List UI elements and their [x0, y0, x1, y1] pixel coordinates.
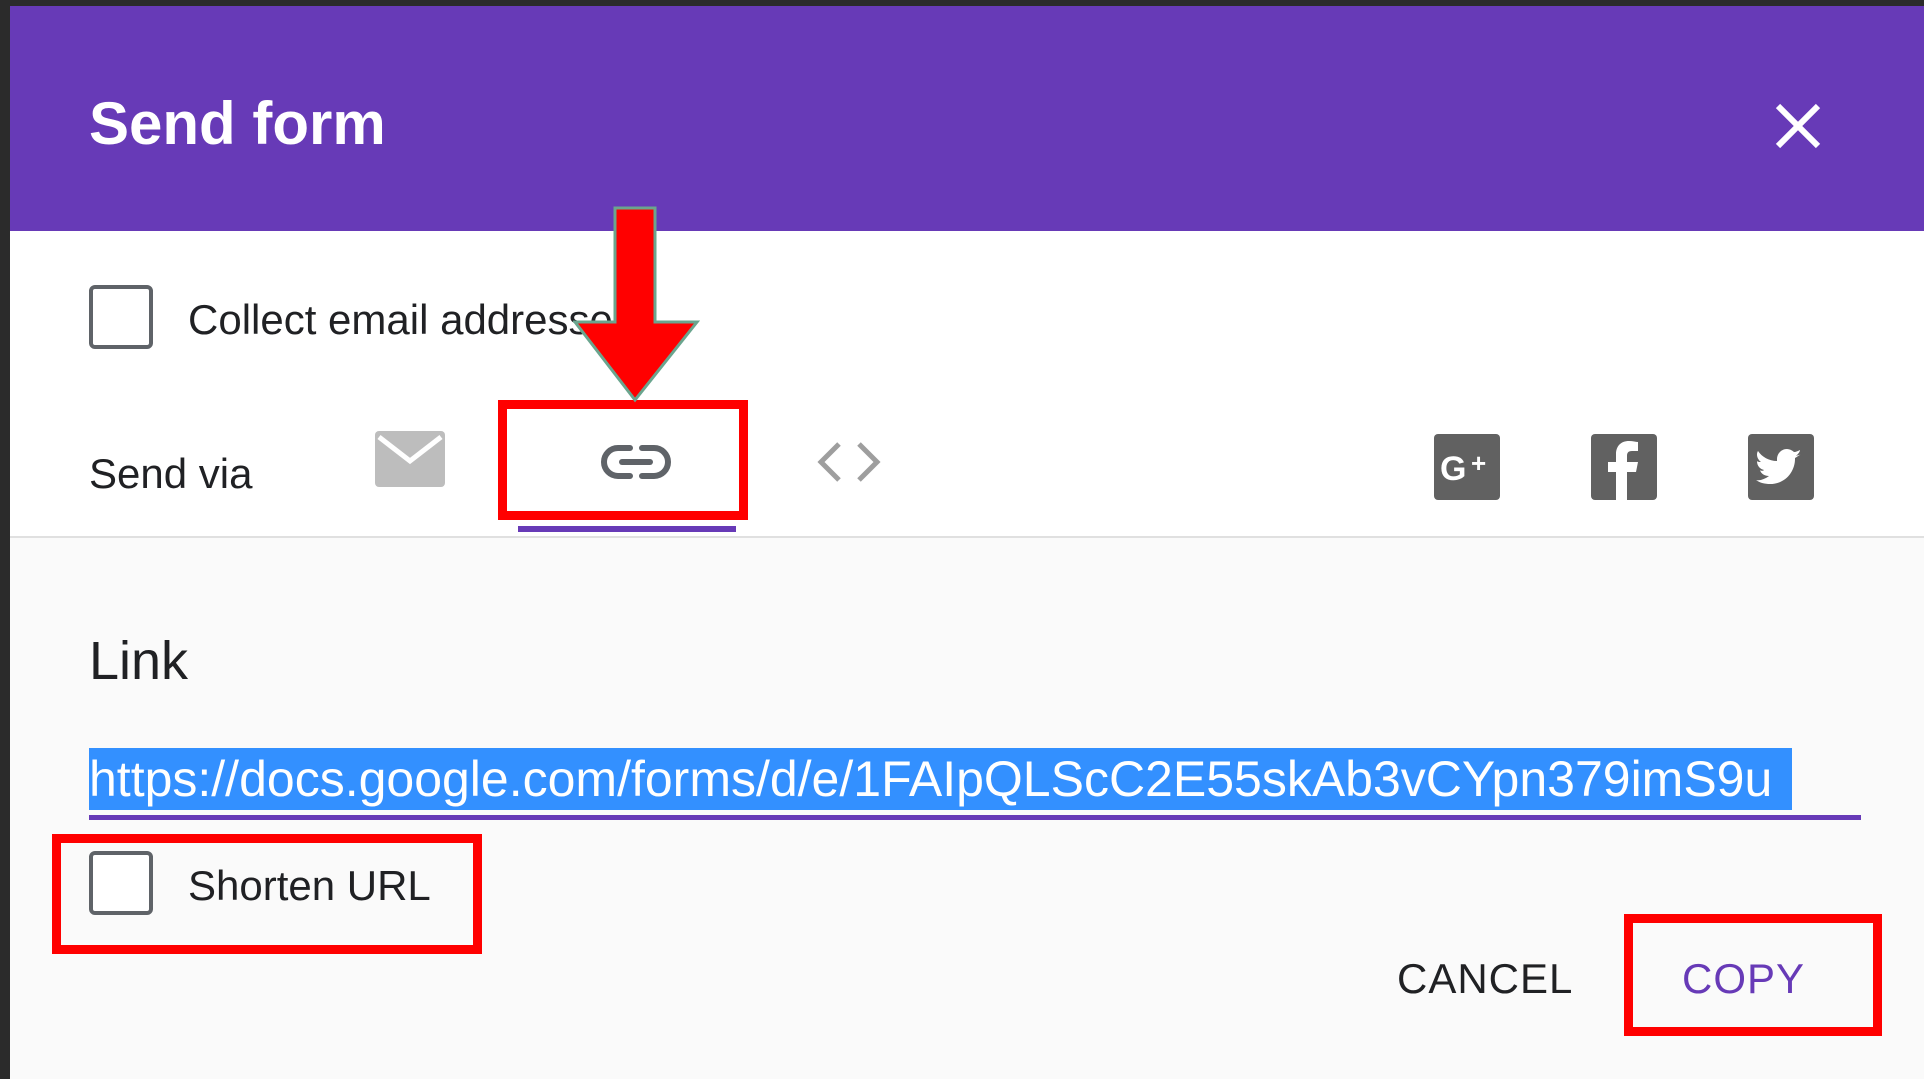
close-button[interactable] [1770, 98, 1826, 154]
dialog-header: Send form [10, 6, 1924, 231]
send-via-label: Send via [89, 450, 253, 497]
cancel-button[interactable]: CANCEL [1397, 955, 1573, 1003]
embed-code-icon [817, 442, 881, 482]
shorten-url-checkbox[interactable] [89, 851, 153, 915]
email-icon [375, 431, 445, 487]
svg-text:+: + [1471, 448, 1486, 478]
link-url-field[interactable]: https://docs.google.com/forms/d/e/1FAIpQ… [89, 748, 1861, 820]
selected-tab-indicator [518, 526, 736, 532]
shorten-url-label: Shorten URL [188, 862, 431, 909]
link-icon [601, 445, 671, 479]
close-icon [1775, 103, 1821, 149]
link-heading: Link [89, 631, 189, 691]
link-url-text: https://docs.google.com/forms/d/e/1FAIpQ… [89, 748, 1793, 810]
tab-link[interactable] [600, 442, 672, 487]
send-form-dialog: Send form Collect email addresses Send v… [10, 6, 1924, 1079]
twitter-button[interactable] [1748, 434, 1814, 505]
copy-button[interactable]: COPY [1682, 955, 1805, 1003]
facebook-icon [1591, 434, 1657, 500]
svg-text:G: G [1440, 450, 1466, 488]
collect-email-label: Collect email addresses [188, 296, 634, 343]
tab-embed[interactable] [813, 438, 885, 491]
facebook-button[interactable] [1591, 434, 1657, 505]
collect-email-checkbox[interactable] [89, 285, 153, 349]
twitter-icon [1748, 434, 1814, 500]
google-plus-icon: G + [1434, 434, 1500, 500]
google-plus-button[interactable]: G + [1434, 434, 1500, 505]
dialog-title: Send form [89, 90, 386, 157]
tab-email[interactable] [375, 431, 445, 492]
